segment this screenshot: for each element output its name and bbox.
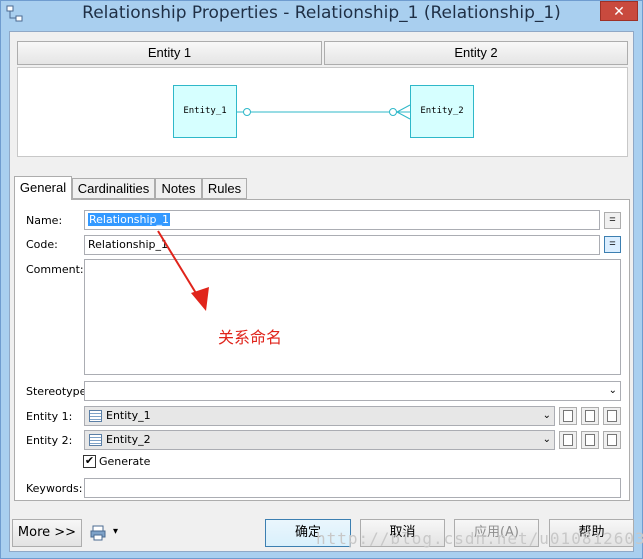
more-button[interactable]: More >> [12, 519, 82, 547]
properties-icon [607, 410, 617, 422]
table-icon [89, 434, 102, 446]
entity2-header-button[interactable]: Entity 2 [324, 41, 628, 65]
properties-icon [607, 434, 617, 446]
entity1-value: Entity_1 [106, 409, 151, 422]
relationship-diagram: Entity_1 Entity_2 [17, 67, 628, 157]
keywords-field[interactable] [84, 478, 621, 498]
new-object-icon [563, 434, 573, 446]
entity2-create-button[interactable] [559, 431, 577, 449]
table-icon [89, 410, 102, 422]
dialog-client-area: Entity 1 Entity 2 Entity_1 Entity_2 Gene… [9, 31, 643, 552]
relationship-line [237, 104, 411, 120]
generate-checkbox[interactable]: ✔ [83, 455, 96, 468]
tab-cardinalities[interactable]: Cardinalities [72, 178, 155, 199]
browse-icon [585, 410, 595, 422]
window-title: Relationship Properties - Relationship_1… [82, 3, 561, 23]
chevron-down-icon[interactable]: ⌄ [543, 407, 551, 425]
chevron-down-icon[interactable]: ⌄ [543, 431, 551, 449]
entity1-combo[interactable]: Entity_1 ⌄ [84, 406, 555, 426]
chevron-down-icon[interactable]: ⌄ [609, 382, 617, 400]
name-field-value: Relationship_1 [88, 213, 171, 226]
browse-icon [585, 434, 595, 446]
stereotype-combo[interactable]: ⌄ [84, 381, 621, 401]
entity2-browse-button[interactable] [581, 431, 599, 449]
entity2-value: Entity_2 [106, 433, 151, 446]
annotation-arrow-icon [157, 230, 209, 311]
dialog-window: Relationship Properties - Relationship_1… [0, 0, 643, 559]
code-equals-button[interactable]: = [604, 236, 621, 253]
watermark-text: http://blog.csdn.net/u010812603 [316, 529, 643, 548]
entity1-properties-button[interactable] [603, 407, 621, 425]
code-label: Code: [26, 238, 58, 251]
stereotype-label: Stereotype: [26, 385, 91, 398]
entity1-header-button[interactable]: Entity 1 [17, 41, 322, 65]
generate-label: Generate [99, 455, 151, 468]
tab-general[interactable]: General [14, 176, 72, 200]
entity2-properties-button[interactable] [603, 431, 621, 449]
name-label: Name: [26, 214, 63, 227]
name-equals-button[interactable]: = [604, 212, 621, 229]
entity2-label: Entity 2: [26, 434, 73, 447]
entity1-label: Entity 1: [26, 410, 73, 423]
tab-notes[interactable]: Notes [155, 178, 202, 199]
print-icon[interactable] [90, 525, 106, 541]
close-button[interactable]: ✕ [600, 1, 638, 21]
keywords-label: Keywords: [26, 482, 83, 495]
new-object-icon [563, 410, 573, 422]
comment-label: Comment: [26, 263, 84, 276]
entity1-browse-button[interactable] [581, 407, 599, 425]
entity2-combo[interactable]: Entity_2 ⌄ [84, 430, 555, 450]
annotation-text: 关系命名 [218, 328, 283, 347]
entity1-create-button[interactable] [559, 407, 577, 425]
print-dropdown-icon[interactable]: ▾ [113, 526, 118, 537]
tab-rules[interactable]: Rules [202, 178, 247, 199]
title-bar[interactable]: Relationship Properties - Relationship_1… [1, 1, 642, 27]
